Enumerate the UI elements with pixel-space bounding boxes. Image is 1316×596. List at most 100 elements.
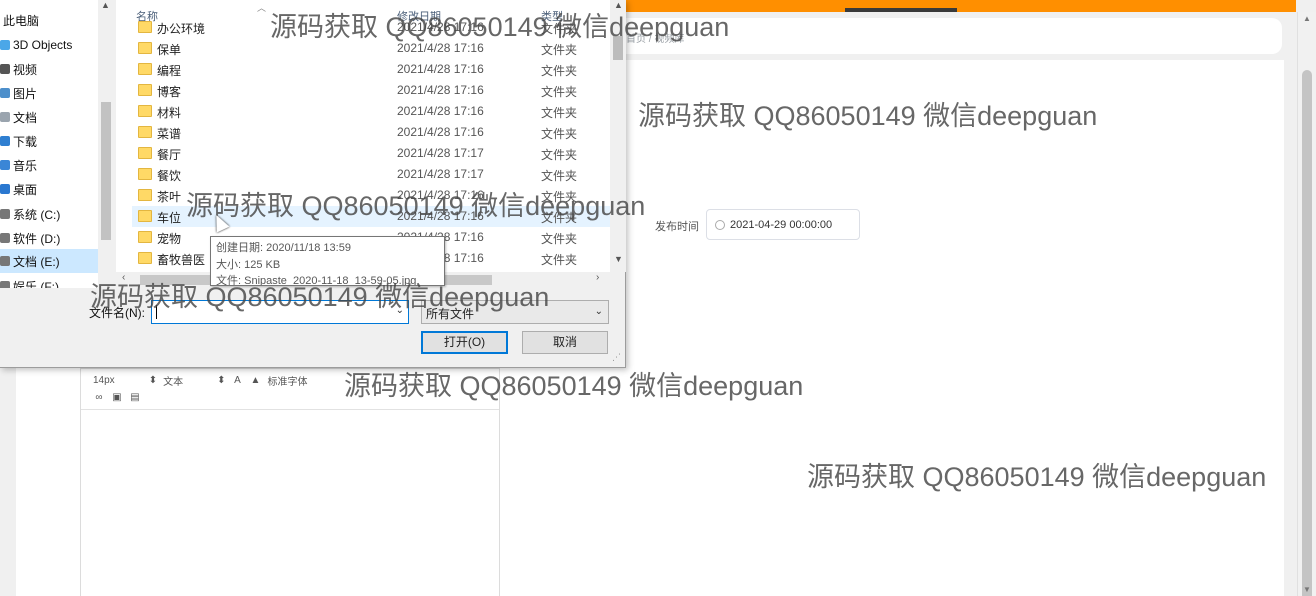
file-date: 2021/4/28 17:16 (397, 41, 484, 55)
tooltip-size: 大小: 125 KB (216, 258, 281, 271)
nav-item-videos[interactable]: 视频 (0, 57, 98, 81)
folder-icon (138, 21, 152, 33)
nav-item-drive-f[interactable]: 娱乐 (F:) (0, 274, 98, 288)
file-row-hovered[interactable]: 车位 2021/4/28 17:16 文件夹 (132, 206, 610, 227)
nav-item-label: 娱乐 (F:) (13, 279, 59, 289)
file-info-tooltip: 创建日期: 2020/11/18 13:59 大小: 125 KB 文件: Sn… (210, 236, 445, 286)
font-family-select[interactable]: 标准字体 (267, 373, 307, 388)
block-type-value: 文本 (163, 377, 184, 388)
scroll-left-icon[interactable]: ‹ (122, 272, 125, 283)
tooltip-created: 创建日期: 2020/11/18 13:59 (216, 242, 351, 254)
nav-item-downloads[interactable]: 下载 (0, 129, 98, 153)
block-type-select[interactable]: 文本 ⬍ (163, 373, 225, 388)
file-type: 文件夹 (541, 253, 578, 267)
chevron-down-icon[interactable]: ⌄ (396, 305, 404, 316)
file-row[interactable]: 材料 2021/4/28 17:16 文件夹 (132, 101, 610, 122)
page-scrollbar-thumb[interactable] (1302, 70, 1312, 596)
nav-item-music[interactable]: 音乐 (0, 153, 98, 177)
rich-text-editor[interactable]: 14px ⬍ 文本 ⬍ A ▲ 标准字体 ∞ ▣ ▤ (80, 368, 500, 596)
nav-item-drive-d[interactable]: 软件 (D:) (0, 226, 98, 250)
open-button[interactable]: 打开(O) (421, 331, 508, 354)
file-name: 餐饮 (157, 169, 182, 183)
file-type: 文件夹 (541, 64, 578, 78)
cancel-button[interactable]: 取消 (522, 331, 608, 354)
file-name: 编程 (157, 64, 182, 78)
file-name: 菜谱 (157, 127, 182, 141)
file-list-scrollbar-thumb[interactable] (613, 36, 623, 60)
resize-grip-icon[interactable]: ⋰ (612, 352, 621, 363)
font-family-value: 标准字体 (267, 377, 308, 388)
folder-icon (138, 63, 152, 75)
scroll-up-icon[interactable]: ▲ (614, 0, 623, 10)
nav-item-pictures[interactable]: 图片 (0, 81, 98, 105)
publish-time-input[interactable]: 2021-04-29 00:00:00 (706, 209, 860, 240)
file-row[interactable]: 茶叶 2021/4/28 17:16 文件夹 (132, 185, 610, 206)
file-name: 保单 (157, 43, 182, 57)
file-row[interactable]: 餐饮 2021/4/28 17:17 文件夹 (132, 164, 610, 185)
navigation-scrollbar-thumb[interactable] (101, 102, 111, 240)
nav-item-3d-objects[interactable]: 3D Objects (0, 33, 98, 57)
sort-ascending-icon: ︿ (257, 3, 267, 13)
3d-objects-icon (0, 40, 10, 50)
file-type: 文件夹 (541, 127, 578, 141)
chevron-down-icon: ⌄ (594, 306, 603, 317)
link-icon[interactable]: ∞ (93, 392, 105, 404)
scroll-down-icon[interactable]: ▼ (1303, 585, 1311, 594)
breadcrumb[interactable]: 首页 / 视频库 (626, 30, 684, 45)
document-folder-icon (0, 112, 10, 122)
file-row[interactable]: 编程 2021/4/28 17:16 文件夹 (132, 59, 610, 80)
nav-item-this-pc[interactable]: 此电脑 (0, 8, 98, 32)
file-row[interactable]: 餐厅 2021/4/28 17:17 文件夹 (132, 143, 610, 164)
drive-icon (0, 209, 10, 219)
scroll-down-icon[interactable]: ▼ (614, 254, 623, 264)
file-row[interactable]: 办公环境 2021/4/28 17:16 文件夹 (132, 17, 610, 38)
folder-icon (138, 147, 152, 159)
nav-item-label: 音乐 (13, 158, 38, 173)
header-active-indicator (845, 8, 957, 12)
nav-item-drive-c[interactable]: 系统 (C:) (0, 202, 98, 226)
tooltip-files: 文件: Snipaste_2020-11-18_13-59-05.jpg (216, 275, 417, 286)
folder-icon (138, 105, 152, 117)
font-size-value: 14px (93, 375, 115, 386)
file-type: 文件夹 (541, 43, 578, 57)
font-color-icon[interactable]: A (231, 375, 243, 387)
file-date: 2021/4/28 17:17 (397, 146, 484, 160)
nav-item-label: 系统 (C:) (13, 207, 61, 222)
file-name: 车位 (157, 211, 182, 225)
nav-item-drive-e[interactable]: 文档 (E:) (0, 249, 98, 273)
file-type: 文件夹 (541, 22, 578, 36)
editor-toolbar: 14px ⬍ 文本 ⬍ A ▲ 标准字体 ∞ ▣ ▤ (81, 369, 499, 410)
scroll-right-icon[interactable]: › (596, 272, 599, 283)
nav-item-label: 视频 (13, 62, 38, 77)
nav-item-label: 图片 (13, 86, 38, 101)
picture-folder-icon (0, 88, 10, 98)
scroll-up-icon[interactable]: ▲ (101, 0, 110, 10)
nav-item-desktop[interactable]: 桌面 (0, 177, 98, 201)
publish-time-label: 发布时间 (655, 221, 699, 233)
scroll-up-icon[interactable]: ▲ (1303, 14, 1311, 23)
file-row[interactable]: 保单 2021/4/28 17:16 文件夹 (132, 38, 610, 59)
file-list-scrollbar[interactable]: ▲ ▼ (610, 0, 626, 272)
filename-input[interactable]: ⌄ (151, 300, 409, 324)
folder-icon (138, 210, 152, 222)
video-icon[interactable]: ▤ (129, 392, 141, 404)
filetype-select[interactable]: 所有文件 ⌄ (421, 300, 609, 324)
file-date: 2021/4/28 17:16 (397, 125, 484, 139)
file-name: 畜牧兽医 (157, 253, 206, 267)
editor-content-area[interactable] (81, 410, 499, 596)
drive-icon (0, 281, 10, 288)
image-icon[interactable]: ▣ (111, 392, 123, 404)
navigation-scrollbar[interactable]: ▲ (98, 0, 114, 288)
folder-icon (138, 231, 152, 243)
file-open-dialog: 此电脑 3D Objects 视频 图片 文档 下载 音乐 桌面 系统 (C:)… (0, 0, 626, 368)
file-date: 2021/4/28 17:16 (397, 209, 484, 223)
file-row[interactable]: 菜谱 2021/4/28 17:16 文件夹 (132, 122, 610, 143)
file-date: 2021/4/28 17:16 (397, 83, 484, 97)
nav-item-documents[interactable]: 文档 (0, 105, 98, 129)
font-size-select[interactable]: 14px ⬍ (93, 375, 157, 386)
drive-icon (0, 256, 10, 266)
file-name: 材料 (157, 106, 182, 120)
page-scrollbar[interactable]: ▲ ▼ (1297, 12, 1316, 596)
background-color-icon[interactable]: ▲ (249, 375, 261, 387)
file-row[interactable]: 博客 2021/4/28 17:16 文件夹 (132, 80, 610, 101)
